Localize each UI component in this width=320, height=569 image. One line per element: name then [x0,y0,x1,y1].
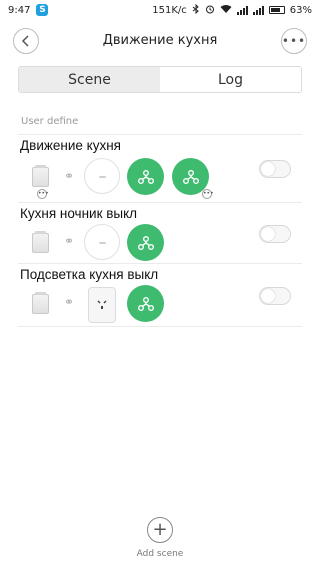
battery-icon [268,6,285,14]
status-bar: 9:47 S 151K/c 63% [0,0,320,20]
scene-name[interactable]: Движение кухня [20,138,121,153]
divider [18,134,302,135]
alarm-icon [205,4,215,17]
tab-log[interactable]: Log [160,67,301,92]
section-label: User define [21,116,79,127]
bluetooth-icon [192,3,200,17]
link-icon: ⚭ [64,295,75,309]
divider [18,263,302,264]
scene-toggle[interactable] [259,160,291,178]
tab-bar: Scene Log [18,66,302,93]
motion-sensor-icon[interactable] [32,292,49,314]
add-scene-label: Add scene [136,549,184,559]
divider [18,202,302,203]
skype-icon: S [36,4,49,16]
motion-sensor-icon[interactable] [32,165,49,187]
motion-sensor-icon[interactable] [32,231,49,253]
plus-icon: + [152,519,168,540]
more-dots-icon[interactable]: ••• [37,189,49,199]
link-icon: ⚭ [64,169,75,183]
more-horizontal-icon: ••• [281,34,307,48]
page-title: Движение кухня [102,33,218,48]
gateway-icon[interactable] [84,158,120,194]
link-icon: ⚭ [64,234,75,248]
action-node-icon[interactable] [127,285,164,322]
more-dots-icon[interactable]: ••• [202,189,214,199]
action-node-icon[interactable] [127,158,164,195]
smart-socket-icon[interactable] [88,287,116,323]
battery-level: 63% [289,4,312,16]
tab-scene[interactable]: Scene [19,67,160,92]
scene-name[interactable]: Кухня ночник выкл [20,206,137,221]
gateway-icon[interactable] [84,224,120,260]
header: Движение кухня ••• [0,26,320,58]
signal-icon [236,5,248,15]
scene-toggle[interactable] [259,225,291,243]
wifi-icon [220,4,232,17]
add-scene-button[interactable]: + [147,517,173,543]
signal-icon-2 [252,5,264,15]
divider [18,326,302,327]
status-time: 9:47 [8,4,31,16]
network-speed: 151K/c [152,4,187,16]
action-node-icon[interactable] [127,224,164,261]
more-button[interactable]: ••• [281,28,307,54]
scene-name[interactable]: Подсветка кухня выкл [20,267,158,282]
scene-toggle[interactable] [259,287,291,305]
